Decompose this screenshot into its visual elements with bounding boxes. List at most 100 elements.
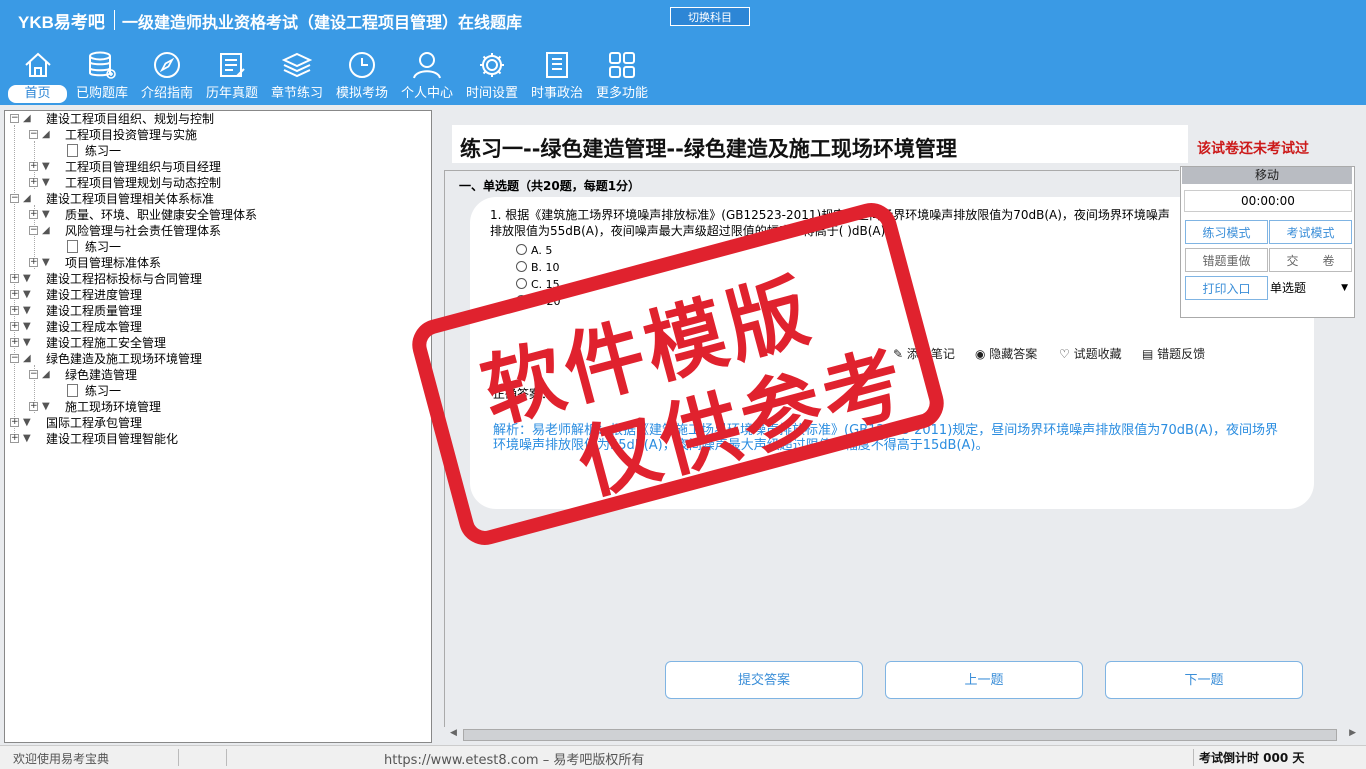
radio-icon[interactable] <box>516 244 527 255</box>
expand-icon[interactable]: + <box>10 322 19 331</box>
exercise-title: 练习一--绿色建造管理--绿色建造及施工现场环境管理 <box>460 137 957 161</box>
hide-answer-link[interactable]: ◉ 隐藏答案 <box>975 345 1037 362</box>
tree-node-label: 工程项目管理组织与项目经理 <box>65 160 222 174</box>
nav-time-settings[interactable]: 时间设置 <box>460 44 524 104</box>
expanded-arrow-icon: ◢ <box>23 353 31 364</box>
expand-icon[interactable]: + <box>29 258 38 267</box>
favorite-link[interactable]: ♡ 试题收藏 <box>1059 345 1122 362</box>
title-divider <box>114 10 115 30</box>
radio-icon[interactable] <box>516 261 527 272</box>
clock-icon <box>349 52 375 78</box>
exam-status: 该试卷还未考试过 <box>1197 141 1309 157</box>
database-icon <box>89 51 116 79</box>
user-icon <box>413 52 441 79</box>
option-b[interactable]: B. 10 <box>516 261 560 274</box>
chapter-tree: − ◢ 建设工程项目组织、规划与控制 − ◢ 工程项目投资管理与实施 练习一 + ▼ 工程项… <box>4 110 432 743</box>
collapsed-arrow-icon: ▼ <box>42 209 50 220</box>
collapsed-arrow-icon: ▼ <box>23 337 31 348</box>
collapse-icon[interactable]: − <box>29 226 38 235</box>
tree-node-label: 风险管理与社会责任管理体系 <box>65 224 222 238</box>
gear-icon <box>480 53 504 77</box>
submit-answer-button[interactable]: 提交答案 <box>665 661 863 699</box>
nav-label: 章节练习 <box>270 86 323 101</box>
collapsed-arrow-icon: ▼ <box>42 177 50 188</box>
tool-label: 错题反馈 <box>1157 347 1206 361</box>
collapsed-arrow-icon: ▼ <box>23 417 31 428</box>
nav-label: 时事政治 <box>530 86 583 101</box>
move-handle[interactable]: 移动 <box>1182 167 1352 184</box>
collapsed-arrow-icon: ▼ <box>23 321 31 332</box>
option-a[interactable]: A. 5 <box>516 244 552 257</box>
switch-subject-button[interactable]: 切换科目 <box>670 7 750 26</box>
collapse-icon[interactable]: − <box>10 114 19 123</box>
home-icon <box>25 52 51 77</box>
tree-node-label: 项目管理标准体系 <box>65 256 162 270</box>
expand-icon[interactable]: + <box>29 210 38 219</box>
expand-icon[interactable]: + <box>29 402 38 411</box>
collapsed-arrow-icon: ▼ <box>42 161 50 172</box>
status-divider <box>1193 749 1194 766</box>
radio-icon[interactable] <box>516 278 527 289</box>
collapse-icon[interactable]: − <box>10 354 19 363</box>
nav-purchased[interactable]: 已购题库 <box>70 44 134 104</box>
collapsed-arrow-icon: ▼ <box>23 305 31 316</box>
previous-question-button[interactable]: 上一题 <box>885 661 1083 699</box>
nav-chapter-practice[interactable]: 章节练习 <box>265 44 329 104</box>
collapse-icon[interactable]: − <box>29 130 38 139</box>
nav-label: 历年真题 <box>205 86 258 101</box>
submit-paper-button[interactable]: 交 卷 <box>1269 248 1352 272</box>
nav-label: 介绍指南 <box>140 86 193 101</box>
expand-icon[interactable]: + <box>10 274 19 283</box>
nav-home[interactable]: 首页 <box>6 44 70 104</box>
collapse-icon[interactable]: − <box>10 194 19 203</box>
question-type-select[interactable]: 单选题 ▼ <box>1270 276 1352 300</box>
tree-guide-line <box>14 125 15 441</box>
expand-icon[interactable]: + <box>10 434 19 443</box>
expand-icon[interactable]: + <box>10 306 19 315</box>
nav-current-affairs[interactable]: 时事政治 <box>525 44 589 104</box>
section-title: 一、单选题（共20题，每题1分） <box>459 179 641 193</box>
expand-icon[interactable]: + <box>29 178 38 187</box>
option-label: A. 5 <box>531 244 553 257</box>
print-button[interactable]: 打印入口 <box>1185 276 1268 300</box>
tool-label: 隐藏答案 <box>989 347 1038 361</box>
expand-icon[interactable]: + <box>10 418 19 427</box>
expand-icon[interactable]: + <box>29 162 38 171</box>
nav-personal-center[interactable]: 个人中心 <box>395 44 459 104</box>
collapse-icon[interactable]: − <box>29 370 38 379</box>
tree-node-label: 建设工程招标投标与合同管理 <box>46 272 203 286</box>
collapsed-arrow-icon: ▼ <box>23 273 31 284</box>
expand-icon[interactable]: + <box>10 290 19 299</box>
horizontal-scrollbar[interactable]: ◀ ▶ <box>447 727 1359 743</box>
exam-mode-button[interactable]: 考试模式 <box>1269 220 1352 244</box>
collapsed-arrow-icon: ▼ <box>23 433 31 444</box>
expand-icon[interactable]: + <box>10 338 19 347</box>
tree-node-label: 绿色建造及施工现场环境管理 <box>46 352 203 366</box>
tree-node-label: 建设工程项目管理智能化 <box>46 432 179 446</box>
feedback-link[interactable]: ▤ 错题反馈 <box>1142 345 1205 362</box>
tree-node-label: 施工现场环境管理 <box>65 400 162 414</box>
scroll-left-icon[interactable]: ◀ <box>450 728 457 738</box>
tree-node-label: 绿色建造管理 <box>65 368 138 382</box>
select-value: 单选题 <box>1270 281 1307 295</box>
nav-mock-exam[interactable]: 模拟考场 <box>330 44 394 104</box>
nav-past-papers[interactable]: 历年真题 <box>200 44 264 104</box>
next-question-button[interactable]: 下一题 <box>1105 661 1303 699</box>
app-logo: YKB易考吧 <box>18 13 105 32</box>
compass-icon <box>154 52 180 78</box>
nav-guide[interactable]: 介绍指南 <box>135 44 199 104</box>
document-icon <box>67 240 78 253</box>
collapsed-arrow-icon: ▼ <box>42 401 50 412</box>
tree-node-label: 建设工程成本管理 <box>46 320 143 334</box>
scroll-thumb[interactable] <box>463 729 1337 741</box>
expanded-arrow-icon: ◢ <box>42 369 50 380</box>
redo-wrong-button[interactable]: 错题重做 <box>1185 248 1268 272</box>
nav-more[interactable]: 更多功能 <box>590 44 654 104</box>
scroll-right-icon[interactable]: ▶ <box>1349 728 1356 738</box>
document-icon <box>67 384 78 397</box>
practice-mode-button[interactable]: 练习模式 <box>1185 220 1268 244</box>
document-icon <box>67 144 78 157</box>
expanded-arrow-icon: ◢ <box>23 113 31 124</box>
expanded-arrow-icon: ◢ <box>42 225 50 236</box>
status-divider <box>226 749 227 766</box>
